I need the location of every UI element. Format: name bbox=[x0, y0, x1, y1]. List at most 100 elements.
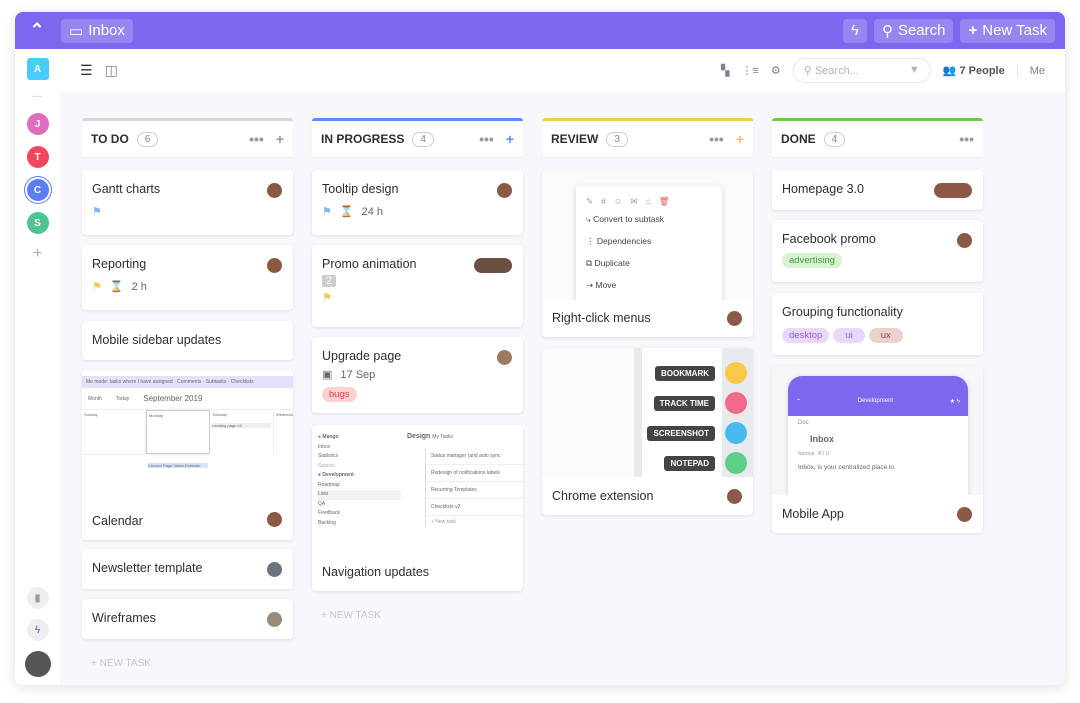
tag[interactable]: bugs bbox=[322, 387, 357, 402]
track-time-label: TRACK TIME bbox=[653, 396, 715, 411]
task-card[interactable]: Mobile sidebar updates bbox=[82, 321, 293, 360]
task-title: Right-click menus bbox=[552, 311, 651, 325]
time-estimate: 24 h bbox=[361, 205, 383, 218]
task-row: Checklists v2 bbox=[426, 499, 523, 516]
list-view-icon[interactable]: ☰ bbox=[80, 62, 93, 79]
new-task-button[interactable]: + New Task bbox=[960, 18, 1055, 43]
flag-icon[interactable]: ⚑ bbox=[322, 291, 332, 304]
space-select: Development bbox=[857, 398, 894, 404]
more-icon[interactable]: ••• bbox=[959, 131, 974, 147]
workspace-name: Mango bbox=[322, 434, 339, 440]
task-card[interactable]: Homepage 3.0 bbox=[772, 170, 983, 210]
gear-icon[interactable]: ⚙ bbox=[771, 64, 781, 77]
tag[interactable]: advertising bbox=[782, 253, 842, 268]
task-title: Facebook promo bbox=[782, 232, 876, 246]
task-card[interactable]: Me mode: tasks where I have assigned · C… bbox=[82, 370, 293, 540]
sort-icon[interactable]: ▚ bbox=[721, 64, 729, 77]
task-card[interactable]: Reporting ⚑ ⌛ 2 h bbox=[82, 245, 293, 310]
task-card[interactable]: Grouping functionality desktop ui ux bbox=[772, 293, 983, 355]
avatar bbox=[266, 561, 283, 578]
tag[interactable]: ui bbox=[833, 328, 865, 343]
search-icon: ⚲ bbox=[881, 22, 893, 40]
add-task-icon[interactable]: + bbox=[276, 131, 284, 147]
task-card[interactable]: ⌃ Development ★ ϟ Doc Inbox Normal B I U I… bbox=[772, 366, 983, 533]
plus-icon: + bbox=[968, 22, 978, 39]
task-card[interactable]: Upgrade page ▣ 17 Sep bugs bbox=[312, 337, 523, 413]
add-space-button[interactable]: + bbox=[33, 245, 42, 263]
add-task-icon[interactable]: + bbox=[736, 131, 744, 147]
task-card[interactable]: Tooltip design ⚑ ⌛ 24 h bbox=[312, 170, 523, 235]
clipboard-icon[interactable]: ▮ bbox=[26, 587, 49, 609]
tag[interactable]: desktop bbox=[782, 328, 830, 343]
more-icon[interactable]: ••• bbox=[249, 131, 264, 147]
sidebar-item-j[interactable]: J bbox=[26, 113, 49, 135]
doc-heading: Inbox bbox=[810, 434, 834, 444]
board-view-icon[interactable]: ◫ bbox=[105, 62, 118, 79]
column-in-progress: IN PROGRESS 4 ••• + Tooltip design ⚑ ⌛ 24 h Pr… bbox=[312, 118, 523, 621]
view-select: Month bbox=[88, 395, 102, 402]
user-avatar[interactable] bbox=[24, 651, 51, 677]
task-card[interactable]: Newsletter template bbox=[82, 549, 293, 589]
subtasks-icon[interactable]: ⋮≡ bbox=[741, 64, 758, 77]
filter-icon[interactable]: ▼ bbox=[909, 64, 920, 77]
flag-icon[interactable]: ⚑ bbox=[92, 280, 102, 293]
logo-icon: ⌃ bbox=[796, 399, 802, 405]
column-count: 4 bbox=[412, 131, 434, 147]
nav-item: Roadmap bbox=[318, 481, 340, 488]
style-select: Normal bbox=[798, 451, 815, 457]
app-preview: ● Mango Inbox Statistics Spaces ● Develo… bbox=[312, 425, 523, 553]
task-title: Calendar bbox=[92, 514, 143, 528]
flag-icon[interactable]: ⚑ bbox=[322, 205, 332, 218]
sidebar-item-t[interactable]: T bbox=[26, 146, 49, 168]
people-filter[interactable]: 👥 7 People bbox=[943, 64, 1005, 77]
day-label: Tuesday bbox=[212, 412, 228, 417]
search-button[interactable]: ⚲ Search bbox=[873, 18, 954, 43]
column-review: REVIEW 3 ••• + ✎#☺✉⌂🗑 ⤷ Convert to subtask … bbox=[542, 118, 753, 515]
time-estimate: 2 h bbox=[131, 280, 147, 293]
lightning-button[interactable]: ϟ bbox=[843, 18, 867, 43]
notepad-icon bbox=[725, 452, 747, 474]
screenshot-label: SCREENSHOT bbox=[647, 426, 715, 441]
search-input[interactable]: ⚲ Search... ▼ bbox=[792, 58, 931, 83]
sidebar-item-s[interactable]: S bbox=[26, 212, 49, 234]
task-card[interactable]: Wireframes bbox=[82, 599, 293, 639]
lightning-icon[interactable]: ϟ bbox=[26, 619, 49, 641]
task-row: Recurring Templates bbox=[426, 482, 523, 499]
task-title: Navigation updates bbox=[322, 565, 430, 579]
column-title: DONE bbox=[781, 132, 816, 146]
sidebar-item-c[interactable]: C bbox=[26, 179, 49, 201]
new-task-button[interactable]: + NEW TASK bbox=[91, 658, 151, 669]
calendar-icon: ▣ bbox=[322, 369, 333, 381]
divider: — bbox=[32, 91, 43, 102]
star-icon: ★ ϟ bbox=[949, 399, 960, 405]
camera-icon bbox=[725, 422, 747, 444]
today-button: Today bbox=[115, 395, 130, 402]
task-card[interactable]: ✎#☺✉⌂🗑 ⤷ Convert to subtask ⋮ Dependenci… bbox=[542, 170, 753, 337]
menu-item-dependencies: ⋮ Dependencies bbox=[586, 236, 652, 246]
toolbar: ☰ ◫ ▚ ⋮≡ ⚙ ⚲ Search... ▼ 👥 7 People Me bbox=[60, 49, 1065, 92]
task-card[interactable]: Facebook promo advertising bbox=[772, 220, 983, 282]
task-card[interactable]: Gantt charts ⚑ bbox=[82, 170, 293, 235]
context-menu-preview: ✎#☺✉⌂🗑 ⤷ Convert to subtask ⋮ Dependenci… bbox=[542, 170, 753, 300]
column-title: IN PROGRESS bbox=[321, 132, 405, 146]
new-task-button[interactable]: + NEW TASK bbox=[321, 610, 381, 621]
inbox-button[interactable]: ▭ Inbox bbox=[61, 18, 133, 43]
subtask-count-badge: 2 bbox=[322, 275, 337, 287]
top-bar: ⌃ ▭ Inbox ϟ ⚲ Search + New Task bbox=[15, 12, 1065, 49]
clickup-logo-icon[interactable]: ⌃ bbox=[25, 20, 49, 41]
flag-icon[interactable]: ⚑ bbox=[92, 205, 102, 218]
tag[interactable]: ux bbox=[868, 328, 903, 343]
extension-preview: BOOKMARK TRACK TIME SCREENSHOT NOTEPAD bbox=[542, 348, 753, 477]
bookmark-label: BOOKMARK bbox=[655, 366, 715, 381]
menu-item-label: Move bbox=[595, 280, 617, 290]
add-task-icon[interactable]: + bbox=[506, 131, 514, 147]
me-filter[interactable]: Me bbox=[1016, 64, 1045, 77]
menu-item-move: ⇢ Move bbox=[586, 280, 617, 290]
task-card[interactable]: BOOKMARK TRACK TIME SCREENSHOT NOTEPAD C… bbox=[542, 348, 753, 515]
task-card[interactable]: Promo animation 2 ⚑ bbox=[312, 245, 523, 327]
task-card[interactable]: ● Mango Inbox Statistics Spaces ● Develo… bbox=[312, 425, 523, 591]
more-icon[interactable]: ••• bbox=[479, 131, 494, 147]
nav-item: Lists bbox=[318, 490, 401, 500]
more-icon[interactable]: ••• bbox=[709, 131, 724, 147]
workspace-avatar[interactable]: A bbox=[26, 58, 49, 80]
